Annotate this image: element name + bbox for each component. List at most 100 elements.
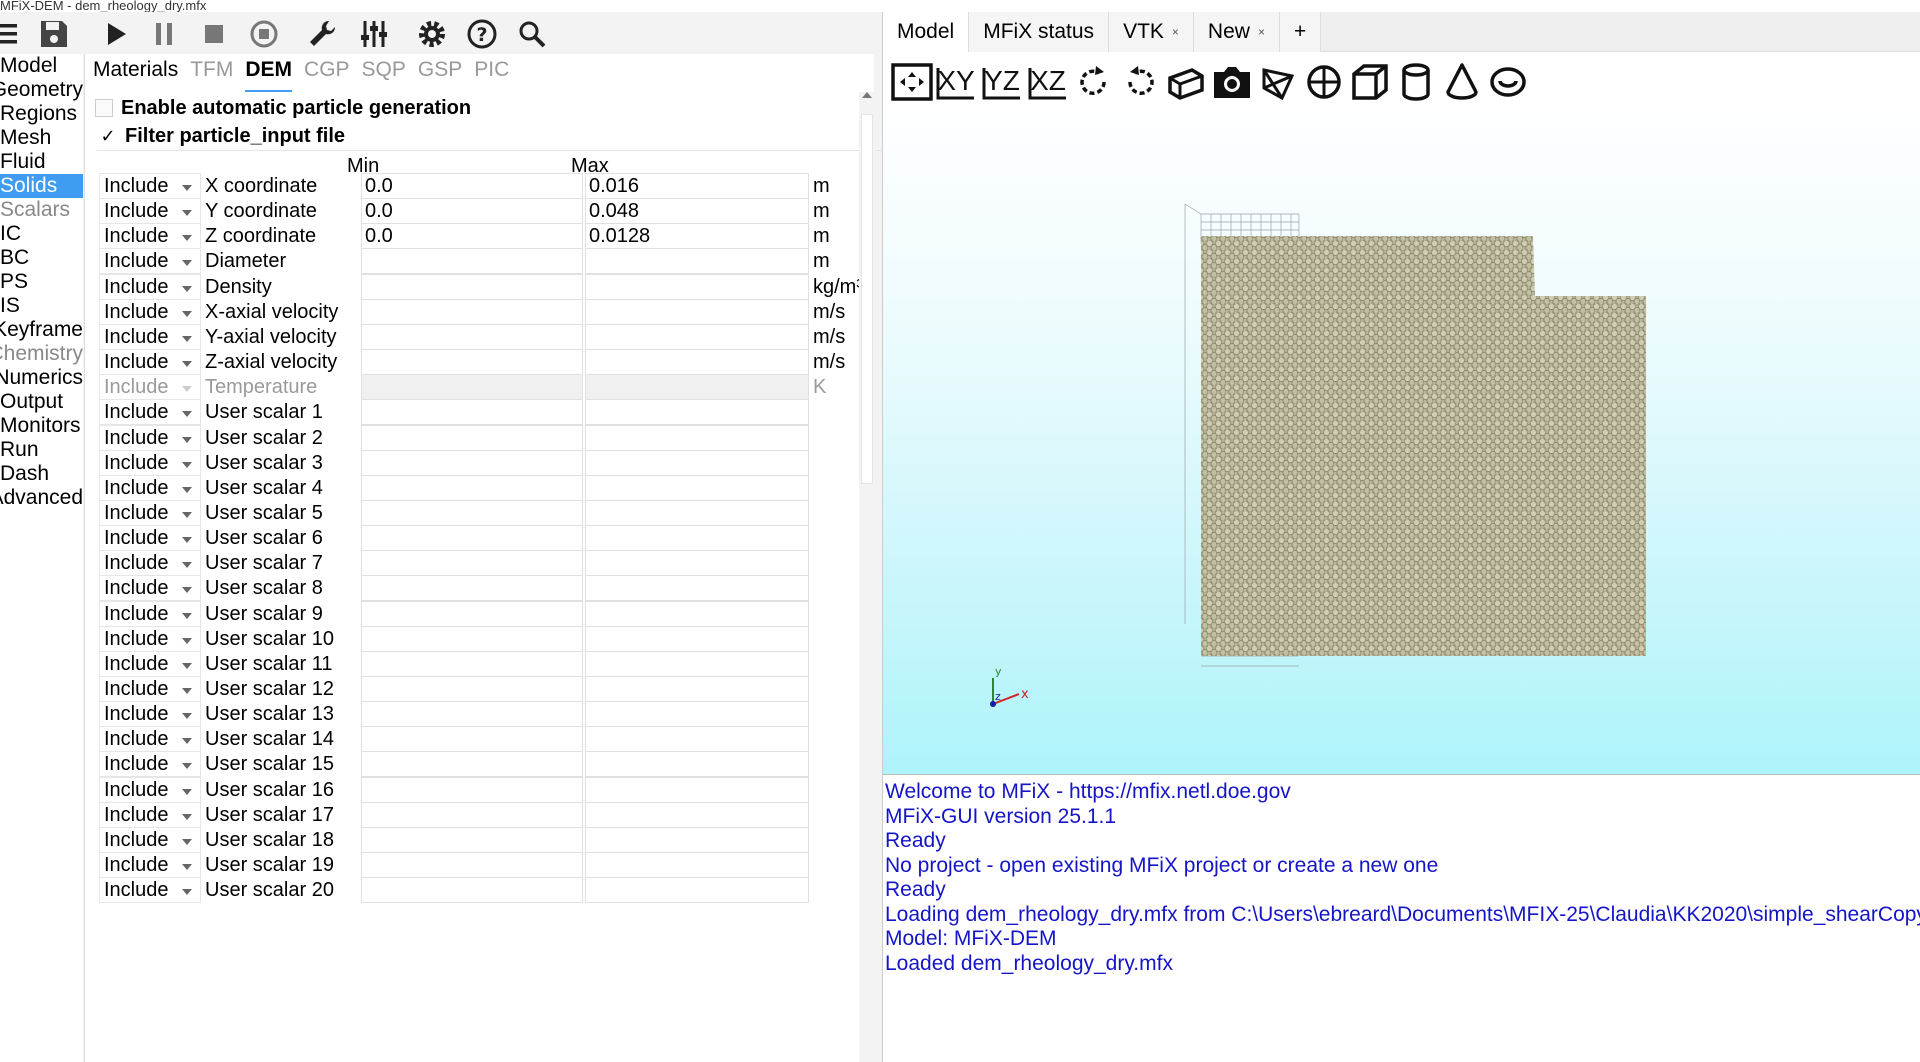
include-select[interactable]: Include — [99, 273, 201, 300]
max-input[interactable] — [585, 826, 809, 853]
subtab-sqp[interactable]: SQP — [362, 58, 406, 92]
nav-item-advanced[interactable]: Advanced — [0, 486, 83, 510]
include-select[interactable]: Include — [99, 173, 201, 199]
max-input[interactable] — [585, 726, 809, 753]
max-input[interactable] — [585, 650, 809, 677]
nav-item-dash[interactable]: Dash — [0, 462, 83, 486]
include-select[interactable]: Include — [99, 726, 201, 753]
auto-generation-checkbox[interactable] — [95, 99, 113, 117]
include-select[interactable]: Include — [99, 248, 201, 275]
fit-view-icon[interactable] — [887, 60, 937, 104]
min-input[interactable] — [361, 525, 583, 552]
menu-icon[interactable] — [0, 14, 28, 54]
subtab-pic[interactable]: PIC — [474, 58, 509, 92]
min-input[interactable] — [361, 349, 583, 376]
max-input[interactable] — [585, 298, 809, 325]
include-select[interactable]: Include — [99, 751, 201, 778]
nav-item-bc[interactable]: BC — [0, 246, 83, 270]
min-input[interactable] — [361, 424, 583, 451]
include-select[interactable]: Include — [99, 801, 201, 828]
nav-item-scalars[interactable]: Scalars — [0, 198, 83, 222]
gear-icon[interactable] — [412, 14, 452, 54]
min-input[interactable] — [361, 852, 583, 879]
include-select[interactable]: Include — [99, 625, 201, 652]
tab-vtk[interactable]: VTK × — [1109, 12, 1194, 52]
perspective-icon[interactable] — [1161, 60, 1211, 104]
max-input[interactable] — [585, 676, 809, 702]
max-input[interactable] — [585, 349, 809, 376]
view-xy-button[interactable]: XY — [931, 60, 981, 104]
min-input[interactable] — [361, 499, 583, 526]
min-input[interactable] — [361, 751, 583, 778]
nav-item-mesh[interactable]: Mesh — [0, 126, 83, 150]
nav-item-ic[interactable]: IC — [0, 222, 83, 246]
min-input[interactable] — [361, 298, 583, 325]
include-select[interactable]: Include — [99, 525, 201, 552]
subtab-materials[interactable]: Materials — [93, 58, 178, 92]
tab-mfix-status[interactable]: MFiX status — [969, 12, 1110, 52]
subtab-dem[interactable]: DEM — [245, 58, 293, 92]
include-select[interactable]: Include — [99, 701, 201, 728]
pause-icon[interactable] — [144, 14, 184, 54]
max-input[interactable] — [585, 575, 809, 602]
help-icon[interactable]: ? — [462, 14, 502, 54]
max-input[interactable] — [585, 801, 809, 828]
cylinder-icon[interactable] — [1391, 60, 1441, 104]
camera-icon[interactable] — [1207, 60, 1257, 104]
stop-icon[interactable] — [194, 14, 234, 54]
max-input[interactable] — [585, 248, 809, 275]
max-input[interactable] — [585, 701, 809, 728]
include-select[interactable]: Include — [99, 650, 201, 677]
nav-item-ps[interactable]: PS — [0, 270, 83, 294]
max-input[interactable]: 0.016 — [585, 173, 809, 199]
include-select[interactable]: Include — [99, 323, 201, 350]
min-input[interactable] — [361, 449, 583, 476]
min-input[interactable] — [361, 650, 583, 677]
max-input[interactable]: 0.0128 — [585, 223, 809, 250]
scroll-up-icon[interactable] — [862, 92, 872, 98]
subtab-tfm[interactable]: TFM — [190, 58, 233, 92]
left-panel-scrollbar[interactable] — [859, 92, 875, 1062]
min-input[interactable]: 0.0 — [361, 198, 583, 225]
include-select[interactable]: Include — [99, 877, 201, 904]
include-select[interactable]: Include — [99, 474, 201, 501]
view-xz-button[interactable]: XZ — [1023, 60, 1073, 104]
min-input[interactable] — [361, 625, 583, 652]
search-icon[interactable] — [512, 14, 552, 54]
max-input[interactable] — [585, 273, 809, 300]
close-tab-icon[interactable]: × — [1172, 25, 1179, 39]
min-input[interactable] — [361, 323, 583, 350]
max-input[interactable] — [585, 625, 809, 652]
nav-item-model[interactable]: Model — [0, 54, 83, 78]
include-select[interactable]: Include — [99, 676, 201, 702]
nav-item-solids[interactable]: Solids — [0, 174, 83, 198]
include-select[interactable]: Include — [99, 223, 201, 250]
nav-item-keyframe[interactable]: Keyframe — [0, 318, 83, 342]
nav-item-output[interactable]: Output — [0, 390, 83, 414]
wireframe-icon[interactable] — [1253, 60, 1303, 104]
cone-icon[interactable] — [1437, 60, 1487, 104]
sphere-icon[interactable] — [1299, 60, 1349, 104]
filter-checkbox[interactable]: ✓ — [99, 126, 117, 146]
scrollbar-thumb[interactable] — [861, 114, 873, 484]
max-input[interactable] — [585, 474, 809, 501]
include-select[interactable]: Include — [99, 424, 201, 451]
sliders-icon[interactable] — [354, 14, 394, 54]
min-input[interactable] — [361, 273, 583, 300]
nav-item-run[interactable]: Run — [0, 438, 83, 462]
max-input[interactable] — [585, 751, 809, 778]
max-input[interactable] — [585, 449, 809, 476]
max-input[interactable] — [585, 323, 809, 350]
subtab-gsp[interactable]: GSP — [418, 58, 462, 92]
include-select[interactable]: Include — [99, 776, 201, 803]
min-input[interactable] — [361, 701, 583, 728]
add-tab-button[interactable]: + — [1279, 12, 1322, 52]
view-yz-button[interactable]: YZ — [977, 60, 1027, 104]
min-input[interactable] — [361, 248, 583, 275]
include-select[interactable]: Include — [99, 826, 201, 853]
min-input[interactable] — [361, 776, 583, 803]
max-input[interactable] — [585, 852, 809, 879]
include-select[interactable]: Include — [99, 600, 201, 627]
min-input[interactable] — [361, 600, 583, 627]
max-input[interactable] — [585, 877, 809, 904]
